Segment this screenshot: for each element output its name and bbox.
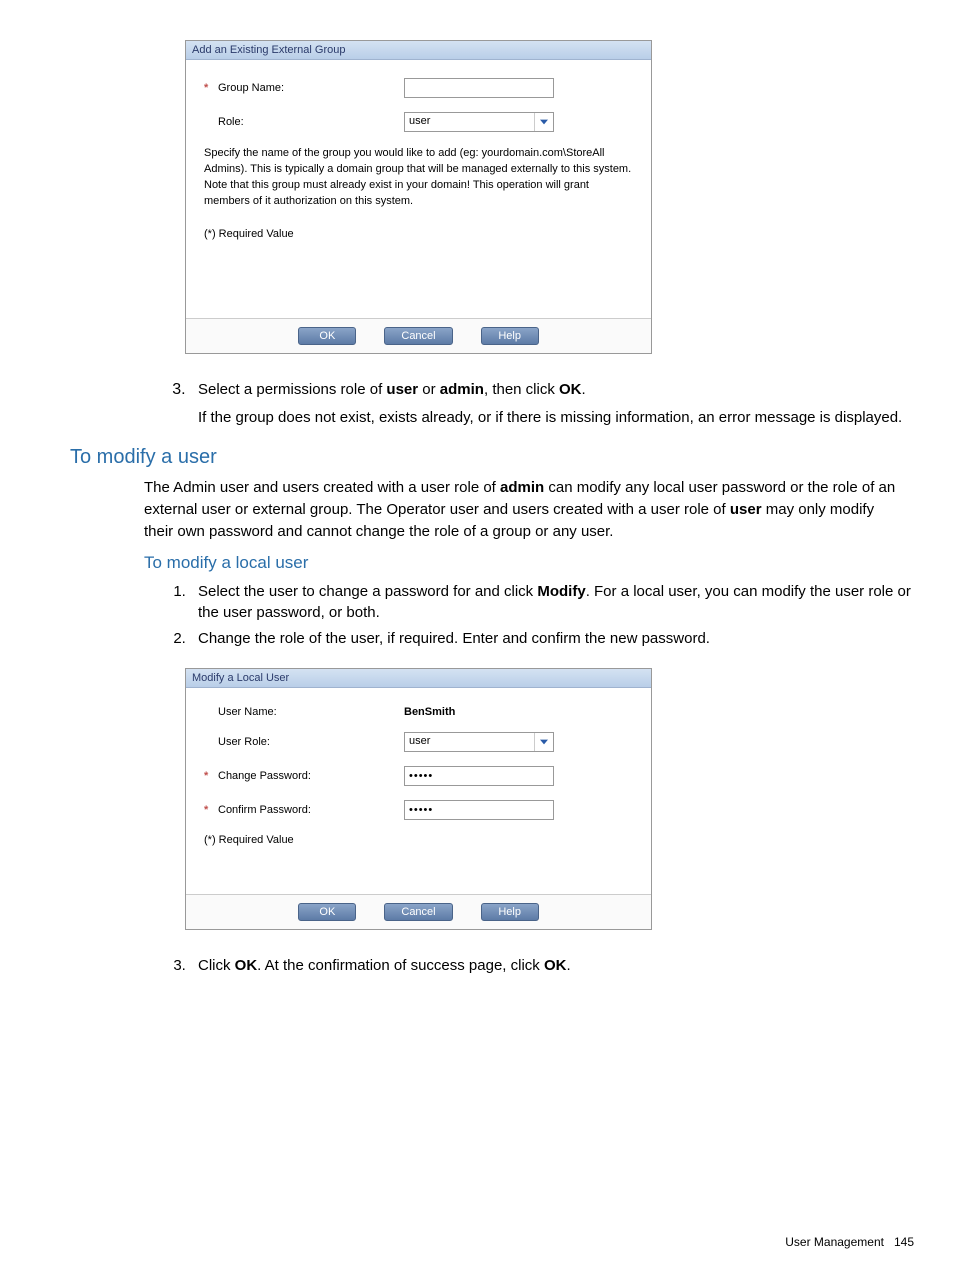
group-name-input[interactable] [404, 78, 554, 98]
page-footer: User Management 145 [785, 1235, 914, 1249]
user-role-label: User Role: [218, 736, 270, 748]
help-button[interactable]: Help [481, 327, 539, 345]
doc-step-3a-sub: If the group does not exist, exists alre… [198, 407, 914, 429]
help-button[interactable]: Help [481, 903, 539, 921]
dialog-help-text: Specify the name of the group you would … [204, 146, 633, 210]
modify-user-paragraph: The Admin user and users created with a … [144, 477, 904, 542]
chevron-down-icon[interactable] [534, 113, 553, 131]
role-select-value: user [405, 113, 534, 131]
change-password-label: Change Password: [218, 770, 311, 782]
cancel-button[interactable]: Cancel [384, 903, 452, 921]
dialog-title: Add an Existing External Group [186, 41, 651, 60]
group-name-label: Group Name: [218, 82, 284, 94]
change-password-input[interactable] [404, 766, 554, 786]
doc-step-1: Select the user to change a password for… [190, 581, 914, 625]
user-role-select-value: user [405, 733, 534, 751]
add-external-group-dialog: Add an Existing External Group * Group N… [185, 40, 652, 354]
chevron-down-icon[interactable] [534, 733, 553, 751]
confirm-password-input[interactable] [404, 800, 554, 820]
role-label: Role: [218, 116, 244, 128]
user-role-select[interactable]: user [404, 732, 554, 752]
modify-local-user-dialog: Modify a Local User User Name: BenSmith … [185, 668, 652, 930]
ok-button[interactable]: OK [298, 903, 356, 921]
user-name-value: BenSmith [404, 706, 455, 718]
required-note: (*) Required Value [204, 228, 633, 240]
role-select[interactable]: user [404, 112, 554, 132]
required-asterisk: * [204, 804, 212, 816]
confirm-password-label: Confirm Password: [218, 804, 311, 816]
user-name-label: User Name: [218, 706, 277, 718]
ok-button[interactable]: OK [298, 327, 356, 345]
dialog-title: Modify a Local User [186, 669, 651, 688]
cancel-button[interactable]: Cancel [384, 327, 452, 345]
doc-step-2: Change the role of the user, if required… [190, 628, 914, 650]
required-asterisk: * [204, 770, 212, 782]
doc-step-3b: Click OK. At the confirmation of success… [190, 955, 914, 977]
required-asterisk: * [204, 82, 212, 94]
heading-modify-local-user: To modify a local user [144, 553, 914, 573]
heading-modify-user: To modify a user [70, 446, 914, 469]
required-note: (*) Required Value [204, 834, 633, 846]
doc-step-3a: Select a permissions role of user or adm… [190, 379, 914, 429]
